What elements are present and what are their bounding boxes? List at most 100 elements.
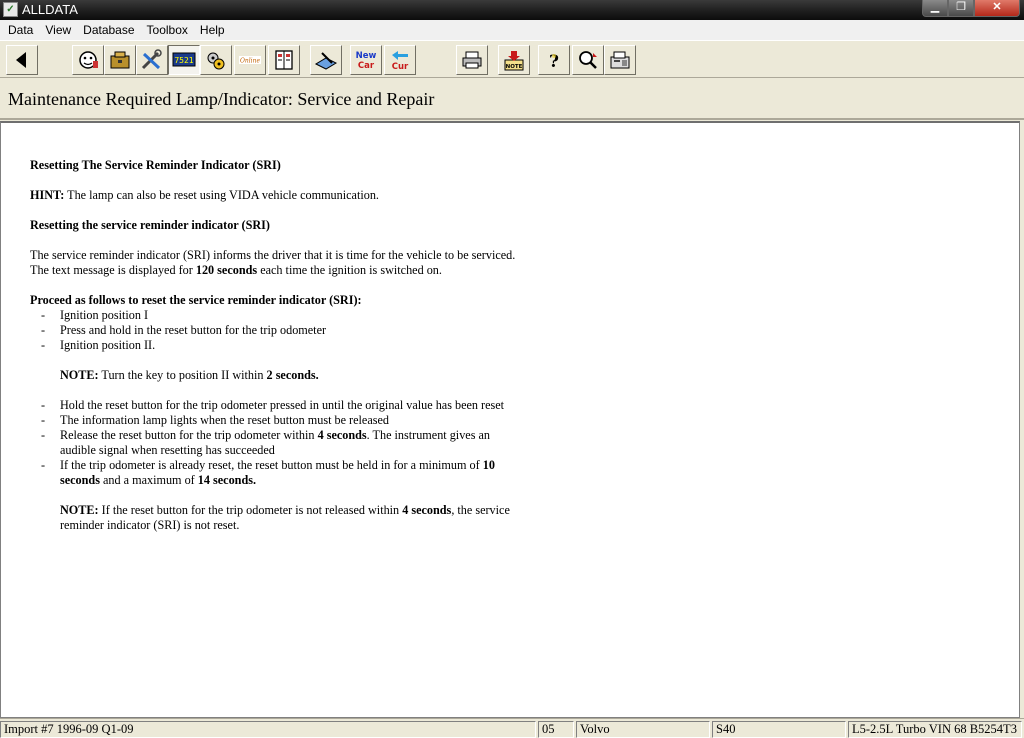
list-dash: - — [41, 323, 46, 337]
book-button[interactable] — [268, 45, 300, 75]
fax-icon — [610, 51, 630, 69]
page-title: Maintenance Required Lamp/Indicator: Ser… — [8, 89, 435, 109]
list-dash: - — [41, 308, 46, 322]
list-dash: - — [41, 458, 46, 472]
back-arrow-icon — [16, 52, 26, 68]
online-label: Online — [240, 58, 260, 65]
step-duration: 4 seconds — [317, 428, 367, 442]
title-bar: ✓ ALLDATA ▁ ❐ ✕ — [0, 0, 1024, 20]
list-item: - If the trip odometer is already reset, … — [30, 458, 520, 488]
step-text: Press and hold in the reset button for t… — [60, 323, 327, 337]
window-title: ALLDATA — [22, 2, 78, 17]
note-paragraph: NOTE: If the reset button for the trip o… — [30, 503, 520, 533]
list-item: - The information lamp lights when the re… — [30, 413, 520, 428]
menu-database[interactable]: Database — [77, 20, 140, 40]
component-label: 7521 — [174, 56, 193, 65]
status-engine: L5-2.5L Turbo VIN 68 B5254T3 — [848, 721, 1022, 738]
diagnostic-button[interactable] — [200, 45, 232, 75]
printer-icon — [462, 51, 482, 69]
section-heading: Resetting The Service Reminder Indicator… — [30, 158, 281, 172]
face-gear-icon — [79, 51, 98, 69]
subsection-heading: Resetting the service reminder indicator… — [30, 218, 270, 232]
heading-bar: Maintenance Required Lamp/Indicator: Ser… — [0, 79, 1024, 120]
alldata-icon[interactable]: ✓ — [3, 2, 18, 17]
note-duration: 2 seconds. — [266, 368, 319, 382]
document-pane[interactable]: Resetting The Service Reminder Indicator… — [0, 121, 1020, 718]
vehicle-info-button[interactable] — [72, 45, 104, 75]
note-icon: NOTE — [504, 51, 524, 71]
new-label: New — [356, 51, 377, 61]
note-label: NOTE — [506, 64, 523, 70]
note-text: Turn the key to position II within — [98, 368, 267, 382]
online-button[interactable]: Online — [234, 45, 266, 75]
step-text: Release the reset button for the trip od… — [60, 428, 520, 458]
list-item: - Ignition position II. — [30, 338, 520, 353]
note-paragraph: NOTE: Turn the key to position II within… — [30, 368, 520, 383]
menu-toolbox[interactable]: Toolbox — [141, 20, 194, 40]
online-icon: Online — [239, 56, 261, 65]
print-button[interactable] — [456, 45, 488, 75]
status-make: Volvo — [576, 721, 710, 738]
note-label: NOTE: — [60, 368, 99, 382]
menu-view[interactable]: View — [39, 20, 77, 40]
component-display-icon: 7521 — [172, 52, 196, 67]
box-icon — [110, 51, 130, 69]
restore-button[interactable]: ❐ — [948, 0, 974, 17]
toolbar: 7521 Online New Car Cur NOTE ? — [0, 40, 1024, 78]
note-duration: 4 seconds — [402, 503, 452, 517]
fax-button[interactable] — [604, 45, 636, 75]
back-button[interactable] — [6, 45, 38, 75]
document-content: Resetting The Service Reminder Indicator… — [30, 158, 520, 533]
list-item: - Press and hold in the reset button for … — [30, 323, 520, 338]
current-car-button[interactable]: Cur — [384, 45, 416, 75]
status-bar: Import #7 1996-09 Q1-09 05 Volvo S40 L5-… — [0, 718, 1024, 738]
gears-icon — [207, 52, 225, 70]
help-button[interactable]: ? — [538, 45, 570, 75]
intro-text-end: each time the ignition is switched on. — [257, 263, 442, 277]
list-item: - Ignition position I — [30, 308, 520, 323]
intro-duration: 120 seconds — [195, 263, 258, 277]
list-dash: - — [41, 338, 46, 352]
intro-paragraph: The service reminder indicator (SRI) inf… — [30, 248, 520, 278]
status-import: Import #7 1996-09 Q1-09 — [0, 721, 536, 738]
status-year: 05 — [538, 721, 574, 738]
search-button[interactable] — [572, 45, 604, 75]
step-text-part: If the trip odometer is already reset, t… — [60, 458, 483, 472]
close-button[interactable]: ✕ — [974, 0, 1020, 17]
search-icon — [579, 51, 597, 69]
hint-paragraph: HINT: The lamp can also be reset using V… — [30, 188, 520, 203]
book-icon — [275, 50, 293, 70]
new-car-button[interactable]: New Car — [350, 45, 382, 75]
step-text: Ignition position II. — [60, 338, 156, 352]
wrench-icon — [141, 49, 162, 70]
parts-box-button[interactable] — [104, 45, 136, 75]
hint-label: HINT: — [30, 188, 65, 202]
step-text: If the trip odometer is already reset, t… — [60, 458, 520, 488]
status-model: S40 — [712, 721, 846, 738]
menu-bar: Data View Database Toolbox Help — [0, 20, 1024, 40]
note-button[interactable]: NOTE — [498, 45, 530, 75]
tools-button[interactable] — [136, 45, 168, 75]
current-car-icon: Cur — [392, 51, 409, 71]
menu-data[interactable]: Data — [2, 20, 39, 40]
question-icon: ? — [549, 52, 559, 71]
minimize-button[interactable]: ▁ — [922, 0, 948, 17]
step-text: Ignition position I — [60, 308, 149, 322]
step-text-part: Release the reset button for the trip od… — [60, 428, 318, 442]
list-dash: - — [41, 413, 46, 427]
note-text: If the reset button for the trip odomete… — [98, 503, 403, 517]
car-label: Car — [358, 61, 375, 71]
procedure-heading: Proceed as follows to reset the service … — [30, 293, 362, 307]
menu-help[interactable]: Help — [194, 20, 231, 40]
list-dash: - — [41, 398, 46, 412]
hint-text: The lamp can also be reset using VIDA ve… — [64, 188, 379, 202]
step-text: The information lamp lights when the res… — [60, 413, 389, 427]
list-dash: - — [41, 428, 46, 442]
labor-guide-button[interactable] — [310, 45, 342, 75]
clipboard-pen-icon — [314, 52, 338, 70]
component-locator-button[interactable]: 7521 — [168, 45, 200, 75]
step-duration: 14 seconds. — [197, 473, 257, 487]
window-controls: ▁ ❐ ✕ — [922, 0, 1020, 17]
list-item: - Hold the reset button for the trip odom… — [30, 398, 520, 413]
cur-label: Cur — [392, 62, 409, 71]
